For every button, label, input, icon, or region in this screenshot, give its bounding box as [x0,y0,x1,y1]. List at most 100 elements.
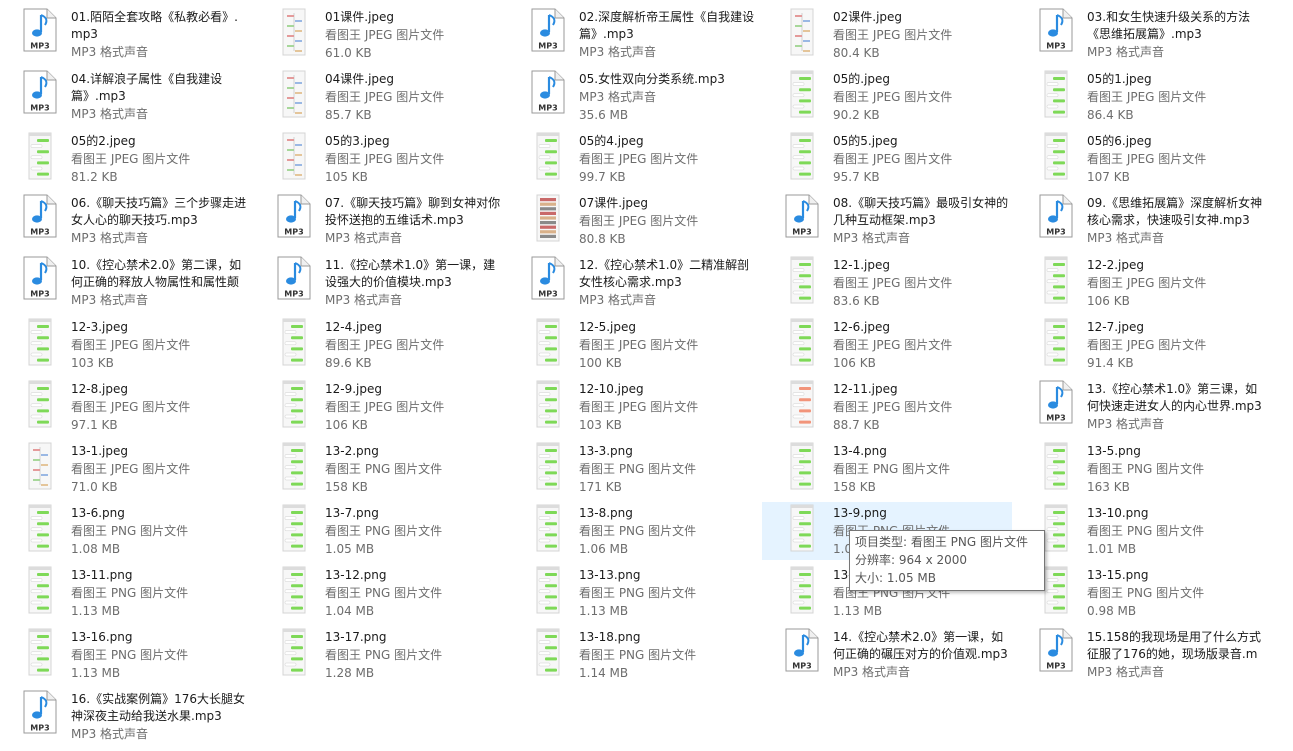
file-item[interactable]: MP3 12.《控心禁术1.0》二精准解剖女性核心需求.mp3 MP3 格式声音 [508,254,758,312]
file-size: 107 KB [1087,170,1130,184]
file-item[interactable]: MP3 04.详解浪子属性《自我建设篇》.mp3 MP3 格式声音 [0,68,250,126]
file-size: 91.4 KB [1087,356,1134,370]
svg-text:MP3: MP3 [1046,414,1065,423]
file-type: 看图王 PNG 图片文件 [71,586,189,600]
file-item[interactable]: 12-11.jpeg 看图王 JPEG 图片文件 88.7 KB [762,378,1012,436]
file-item[interactable]: 12-9.jpeg 看图王 JPEG 图片文件 106 KB [254,378,504,436]
file-item[interactable]: 05的4.jpeg 看图王 JPEG 图片文件 99.7 KB [508,130,758,188]
file-item[interactable]: MP3 11.《控心禁术1.0》第一课，建设强大的价值模块.mp3 MP3 格式声音 [254,254,504,312]
mp3-file-icon: MP3 [22,70,62,118]
image-thumbnail-icon [530,194,570,242]
file-item[interactable]: 13-13.png 看图王 PNG 图片文件 1.13 MB [508,564,758,622]
image-thumbnail-icon [22,566,62,614]
file-item[interactable]: MP3 03.和女生快速升级关系的方法《思维拓展篇》.mp3 MP3 格式声音 [1016,6,1266,64]
mp3-file-icon: MP3 [22,690,62,738]
file-item[interactable]: MP3 02.深度解析帝王属性《自我建设篇》.mp3 MP3 格式声音 [508,6,758,64]
file-type: 看图王 JPEG 图片文件 [71,462,191,476]
image-thumbnail-icon [530,504,570,552]
file-item[interactable]: 12-1.jpeg 看图王 JPEG 图片文件 83.6 KB [762,254,1012,312]
file-meta: 13-2.png 看图王 PNG 图片文件 158 KB [325,443,501,496]
file-item[interactable]: MP3 06.《聊天技巧篇》三个步骤走进女人心的聊天技巧.mp3 MP3 格式声音 [0,192,250,250]
file-type: 看图王 PNG 图片文件 [1087,586,1205,600]
mp3-file-icon: MP3 [22,194,62,242]
file-item[interactable]: 12-3.jpeg 看图王 JPEG 图片文件 103 KB [0,316,250,374]
file-item[interactable]: MP3 16.《实战案例篇》176大长腿女神深夜主动给我送水果.mp3 MP3 格式… [0,688,250,746]
file-item[interactable]: MP3 08.《聊天技巧篇》最吸引女神的几种互动框架.mp3 MP3 格式声音 [762,192,1012,250]
file-item[interactable]: 05的2.jpeg 看图王 JPEG 图片文件 81.2 KB [0,130,250,188]
file-item[interactable]: MP3 14.《控心禁术2.0》第一课，如何正确的碾压对方的价值观.mp3 MP3 … [762,626,1012,684]
file-item[interactable]: 05的6.jpeg 看图王 JPEG 图片文件 107 KB [1016,130,1266,188]
file-meta: 02课件.jpeg 看图王 JPEG 图片文件 80.4 KB [833,9,1009,62]
file-size: 1.13 MB [833,604,883,618]
file-type: 看图王 PNG 图片文件 [1087,462,1205,476]
file-item[interactable]: MP3 09.《思维拓展篇》深度解析女神核心需求，快速吸引女神.mp3 MP3 格式… [1016,192,1266,250]
file-type: 看图王 JPEG 图片文件 [833,276,953,290]
file-item[interactable]: 05的.jpeg 看图王 JPEG 图片文件 90.2 KB [762,68,1012,126]
file-type: MP3 格式声音 [1087,417,1165,431]
file-meta: 13-4.png 看图王 PNG 图片文件 158 KB [833,443,1009,496]
file-meta: 05的.jpeg 看图王 JPEG 图片文件 90.2 KB [833,71,1009,124]
file-item[interactable]: 13-7.png 看图王 PNG 图片文件 1.05 MB [254,502,504,560]
file-item[interactable]: 13-15.png 看图王 PNG 图片文件 0.98 MB [1016,564,1266,622]
file-item[interactable]: 05的5.jpeg 看图王 JPEG 图片文件 95.7 KB [762,130,1012,188]
mp3-file-icon: MP3 [22,256,62,304]
file-item[interactable]: 13-1.jpeg 看图王 JPEG 图片文件 71.0 KB [0,440,250,498]
file-item[interactable]: 12-5.jpeg 看图王 JPEG 图片文件 100 KB [508,316,758,374]
file-type: 看图王 JPEG 图片文件 [1087,152,1207,166]
file-size: 158 KB [325,480,368,494]
file-item[interactable]: 12-2.jpeg 看图王 JPEG 图片文件 106 KB [1016,254,1266,312]
file-item[interactable]: 12-4.jpeg 看图王 JPEG 图片文件 89.6 KB [254,316,504,374]
file-item[interactable]: 01课件.jpeg 看图王 JPEG 图片文件 61.0 KB [254,6,504,64]
mp3-file-icon: MP3 [530,70,570,118]
file-item[interactable]: 13-10.png 看图王 PNG 图片文件 1.01 MB [1016,502,1266,560]
file-item[interactable]: 02课件.jpeg 看图王 JPEG 图片文件 80.4 KB [762,6,1012,64]
file-name: 12-3.jpeg [71,320,128,334]
file-item[interactable]: 13-18.png 看图王 PNG 图片文件 1.14 MB [508,626,758,684]
file-item[interactable]: 12-8.jpeg 看图王 JPEG 图片文件 97.1 KB [0,378,250,436]
file-item[interactable]: 13-2.png 看图王 PNG 图片文件 158 KB [254,440,504,498]
file-item[interactable]: 13-4.png 看图王 PNG 图片文件 158 KB [762,440,1012,498]
file-meta: 13-6.png 看图王 PNG 图片文件 1.08 MB [71,505,247,558]
file-size: 1.01 MB [1087,542,1137,556]
file-item[interactable]: MP3 01.陌陌全套攻略《私教必看》.mp3 MP3 格式声音 [0,6,250,64]
file-name: 02课件.jpeg [833,10,903,24]
file-size: 1.04 MB [325,604,375,618]
image-thumbnail-icon [22,132,62,180]
file-item[interactable]: MP3 13.《控心禁术1.0》第三课，如何快速走进女人的内心世界.mp3 MP3 … [1016,378,1266,436]
image-thumbnail-icon [276,380,316,428]
image-thumbnail-icon [22,380,62,428]
file-item[interactable]: 04课件.jpeg 看图王 JPEG 图片文件 85.7 KB [254,68,504,126]
file-item[interactable]: 13-8.png 看图王 PNG 图片文件 1.06 MB [508,502,758,560]
file-item[interactable]: 12-6.jpeg 看图王 JPEG 图片文件 106 KB [762,316,1012,374]
file-item[interactable]: MP3 05.女性双向分类系统.mp3 MP3 格式声音 35.6 MB [508,68,758,126]
svg-text:MP3: MP3 [30,724,49,733]
file-type: MP3 格式声音 [833,665,911,679]
file-size: 90.2 KB [833,108,880,122]
file-meta: 13-1.jpeg 看图王 JPEG 图片文件 71.0 KB [71,443,247,496]
file-size: 88.7 KB [833,418,880,432]
file-item[interactable]: 13-11.png 看图王 PNG 图片文件 1.13 MB [0,564,250,622]
file-type: MP3 格式声音 [71,45,149,59]
file-item[interactable]: MP3 07.《聊天技巧篇》聊到女神对你投怀送抱的五维话术.mp3 MP3 格式声音 [254,192,504,250]
image-thumbnail-icon [530,132,570,180]
file-item[interactable]: 13-17.png 看图王 PNG 图片文件 1.28 MB [254,626,504,684]
file-item[interactable]: 05的1.jpeg 看图王 JPEG 图片文件 86.4 KB [1016,68,1266,126]
mp3-file-icon: MP3 [530,8,570,56]
file-item[interactable]: 13-6.png 看图王 PNG 图片文件 1.08 MB [0,502,250,560]
file-item[interactable]: MP3 10.《控心禁术2.0》第二课，如何正确的释放人物属性和属性颠覆.... M… [0,254,250,312]
file-name: 13-5.png [1087,444,1141,458]
file-item[interactable]: 13-3.png 看图王 PNG 图片文件 171 KB [508,440,758,498]
file-type: 看图王 PNG 图片文件 [325,586,443,600]
mp3-file-icon: MP3 [22,8,62,56]
file-meta: 12-1.jpeg 看图王 JPEG 图片文件 83.6 KB [833,257,1009,310]
file-item[interactable]: MP3 15.158的我现场是用了什么方式征服了176的她，现场版录音.mp3 MP… [1016,626,1266,684]
file-item[interactable]: 12-10.jpeg 看图王 JPEG 图片文件 103 KB [508,378,758,436]
file-item[interactable]: 05的3.jpeg 看图王 JPEG 图片文件 105 KB [254,130,504,188]
file-item[interactable]: 13-5.png 看图王 PNG 图片文件 163 KB [1016,440,1266,498]
file-item[interactable]: 13-12.png 看图王 PNG 图片文件 1.04 MB [254,564,504,622]
file-item[interactable]: 13-16.png 看图王 PNG 图片文件 1.13 MB [0,626,250,684]
file-item[interactable]: 07课件.jpeg 看图王 JPEG 图片文件 80.8 KB [508,192,758,250]
file-meta: 01.陌陌全套攻略《私教必看》.mp3 MP3 格式声音 [71,9,247,61]
file-type: 看图王 JPEG 图片文件 [579,214,699,228]
file-item[interactable]: 12-7.jpeg 看图王 JPEG 图片文件 91.4 KB [1016,316,1266,374]
